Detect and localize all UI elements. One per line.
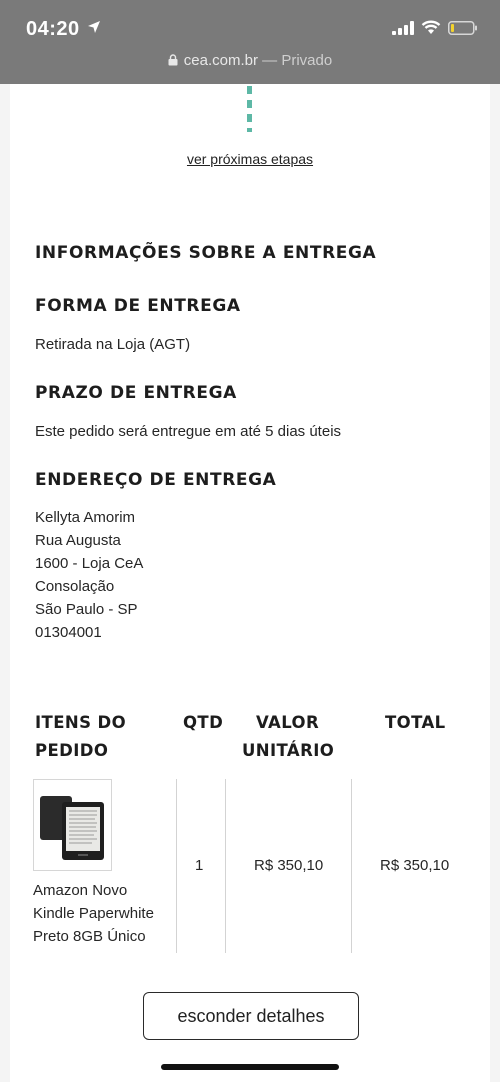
address-line: 01304001 <box>35 624 102 641</box>
col-header-unit-price-line: VALOR <box>256 713 320 732</box>
table-divider <box>225 779 226 953</box>
address-line: 1600 - Loja CeA <box>35 555 144 572</box>
wifi-icon <box>421 20 441 34</box>
delivery-deadline-heading: PRAZO DE ENTREGA <box>35 383 237 403</box>
kindle-product-image <box>40 796 104 860</box>
delivery-address: Kellyta Amorim Rua Augusta 1600 - Loja C… <box>35 506 143 644</box>
product-name-line: Preto 8GB Único <box>33 928 146 945</box>
address-line: Rua Augusta <box>35 532 121 549</box>
lock-icon <box>168 54 178 66</box>
table-divider <box>176 779 177 953</box>
status-time: 04:20 <box>26 18 80 40</box>
hide-details-button[interactable]: esconder detalhes <box>143 992 359 1040</box>
battery-icon <box>448 20 477 35</box>
item-qty: 1 <box>195 857 204 874</box>
address-line: Consolação <box>35 578 115 595</box>
product-name-line: Kindle Paperwhite <box>33 905 154 922</box>
col-header-items: ITENS DO PEDIDO <box>35 709 126 765</box>
product-thumbnail[interactable] <box>33 779 112 871</box>
item-total: R$ 350,10 <box>380 857 450 874</box>
delivery-info-heading: INFORMAÇÕES SOBRE A ENTREGA <box>35 243 377 263</box>
address-line: São Paulo - SP <box>35 601 138 618</box>
url-text: cea.com.br <box>183 52 258 69</box>
status-bar: 04:20 cea.com.br — Privado <box>0 0 500 84</box>
delivery-method-heading: FORMA DE ENTREGA <box>35 296 241 316</box>
address-line: Kellyta Amorim <box>35 509 136 526</box>
product-name-line: Amazon Novo <box>33 882 128 899</box>
home-indicator[interactable] <box>161 1064 339 1070</box>
col-header-items-line: PEDIDO <box>35 741 109 760</box>
col-header-unit-price-line: UNITÁRIO <box>242 741 335 760</box>
delivery-deadline-value: Este pedido será entregue em até 5 dias … <box>35 423 342 440</box>
signal-bars-icon <box>392 20 414 35</box>
product-name[interactable]: Amazon Novo Kindle Paperwhite Preto 8GB … <box>33 879 154 948</box>
table-divider <box>351 779 352 953</box>
next-steps-link[interactable]: ver próximas etapas <box>0 151 500 167</box>
col-header-unit-price: VALOR UNITÁRIO <box>242 709 334 765</box>
delivery-address-heading: ENDEREÇO DE ENTREGA <box>35 470 277 490</box>
delivery-method-value: Retirada na Loja (AGT) <box>35 336 191 353</box>
col-header-total: TOTAL <box>385 713 446 732</box>
progress-connector <box>247 86 252 132</box>
item-unit-price: R$ 350,10 <box>254 857 324 874</box>
browser-url-bar[interactable]: cea.com.br — Privado <box>0 52 500 69</box>
location-arrow-icon <box>88 21 100 33</box>
status-icons <box>392 20 478 35</box>
col-header-qty: QTD <box>183 713 224 732</box>
col-header-items-line: ITENS DO <box>35 713 127 732</box>
private-label: — Privado <box>258 52 333 69</box>
